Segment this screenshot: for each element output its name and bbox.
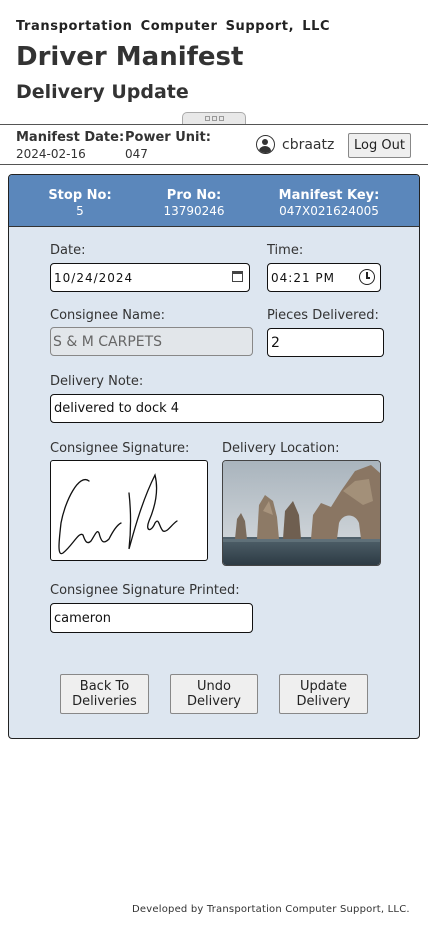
pro-number-value: 13790246	[163, 204, 225, 218]
consignee-name-value: S & M CARPETS	[53, 333, 163, 350]
delivery-note-label: Delivery Note:	[50, 374, 144, 389]
delivery-location-photo	[222, 460, 381, 566]
stop-header: Stop No: 5 Pro No: 13790246 Manifest Key…	[9, 175, 419, 227]
date-value: 10/24/2024	[54, 270, 134, 285]
time-value: 04:21 PM	[271, 270, 335, 285]
signature-drawing	[58, 473, 178, 555]
user-info: cbraatz	[256, 135, 334, 154]
consignee-name-field: S & M CARPETS	[50, 327, 253, 356]
company-name: Transportation Computer Support, LLC	[16, 19, 331, 34]
page-title: Driver Manifest	[16, 42, 244, 72]
manifest-key: Manifest Key: 047X021624005	[265, 188, 393, 218]
signature-printed-input[interactable]: cameron	[50, 603, 253, 633]
pieces-delivered-label: Pieces Delivered:	[267, 308, 379, 323]
date-label: Date:	[50, 243, 86, 258]
manifest-key-value: 047X021624005	[279, 204, 379, 218]
pieces-delivered-value: 2	[271, 334, 280, 351]
manifest-key-label: Manifest Key:	[278, 188, 380, 203]
date-input[interactable]: 10/24/2024	[50, 263, 250, 292]
divider-top	[0, 124, 428, 125]
undo-delivery-button[interactable]: Undo Delivery	[170, 674, 258, 714]
stop-number-label: Stop No:	[48, 188, 112, 203]
manifest-date: Manifest Date: 2024-02-16	[16, 130, 124, 161]
signature-printed-value: cameron	[54, 610, 112, 626]
manifest-date-label: Manifest Date:	[16, 130, 125, 145]
pieces-delivered-input[interactable]: 2	[267, 328, 384, 357]
manifest-date-value: 2024-02-16	[16, 147, 86, 161]
power-unit-value: 047	[125, 147, 148, 161]
pro-number-label: Pro No:	[166, 188, 222, 203]
stop-number-value: 5	[76, 204, 84, 218]
username: cbraatz	[282, 136, 335, 153]
signature-printed-label: Consignee Signature Printed:	[50, 583, 240, 598]
power-unit-label: Power Unit:	[125, 130, 211, 145]
divider-bottom	[0, 164, 428, 165]
stop-number: Stop No: 5	[31, 188, 129, 218]
page-subtitle: Delivery Update	[16, 81, 189, 103]
collapse-handle[interactable]	[182, 112, 246, 124]
clock-icon[interactable]	[359, 269, 375, 285]
time-input[interactable]: 04:21 PM	[267, 263, 381, 292]
power-unit: Power Unit: 047	[125, 130, 211, 161]
pro-number: Pro No: 13790246	[145, 188, 243, 218]
delivery-note-value: delivered to dock 4	[54, 401, 180, 416]
user-icon	[256, 135, 275, 154]
calendar-icon[interactable]	[232, 271, 243, 282]
consignee-name-label: Consignee Name:	[50, 308, 166, 323]
signature-label: Consignee Signature:	[50, 441, 190, 456]
footer-credit: Developed by Transportation Computer Sup…	[132, 904, 410, 915]
logout-button[interactable]: Log Out	[348, 133, 411, 158]
location-image	[223, 461, 380, 565]
back-to-deliveries-button[interactable]: Back To Deliveries	[60, 674, 149, 714]
delivery-location-label: Delivery Location:	[222, 441, 340, 456]
signature-pad[interactable]	[50, 460, 208, 561]
delivery-card: Stop No: 5 Pro No: 13790246 Manifest Key…	[8, 174, 420, 739]
time-label: Time:	[267, 243, 304, 258]
update-delivery-button[interactable]: Update Delivery	[279, 674, 368, 714]
delivery-note-input[interactable]: delivered to dock 4	[50, 394, 384, 423]
